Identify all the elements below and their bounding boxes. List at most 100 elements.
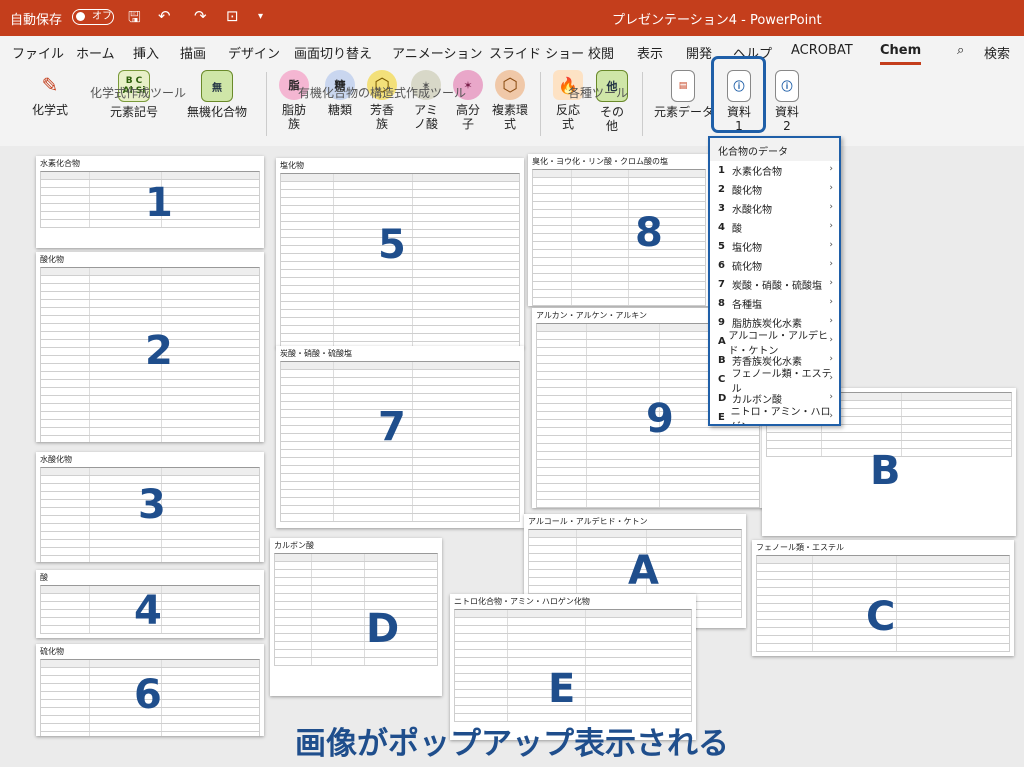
tab-chem[interactable]: Chem bbox=[880, 43, 922, 65]
tab-transitions[interactable]: 画面切り替え bbox=[294, 43, 372, 62]
other-button[interactable]: 他 その他 bbox=[592, 70, 632, 133]
menu-item-2[interactable]: 2 酸化物 › bbox=[710, 180, 839, 199]
marker-label: 7 bbox=[378, 404, 406, 450]
document-info-icon: ⓘ bbox=[775, 70, 799, 102]
table-row bbox=[532, 274, 706, 282]
chemical-formula-button[interactable]: ✎ 化学式 bbox=[28, 70, 72, 117]
save-icon[interactable]: 🖫 bbox=[128, 7, 141, 32]
button-label: 元素記号 bbox=[109, 105, 158, 119]
marker-label: C bbox=[866, 594, 896, 640]
sheet-title: フェノール類・エステル bbox=[756, 543, 844, 552]
menu-item-1[interactable]: 1 水素化合物 › bbox=[710, 161, 839, 180]
table-row bbox=[528, 529, 742, 538]
tab-view[interactable]: 表示 bbox=[637, 43, 663, 62]
menu-item-key: 3 bbox=[718, 203, 725, 214]
group-label: 各種ツール bbox=[568, 86, 629, 100]
menu-item-label: ニトロ・アミン・ハロゲン bbox=[730, 406, 831, 425]
tab-acrobat[interactable]: ACROBAT bbox=[791, 43, 853, 58]
menu-item-key: A bbox=[718, 336, 726, 347]
undo-icon[interactable]: ↶ bbox=[158, 7, 171, 25]
table-row bbox=[532, 266, 706, 274]
marker-label: 8 bbox=[635, 210, 663, 256]
table-row bbox=[40, 540, 260, 548]
data-sheet-D[interactable]: カルボン酸 bbox=[270, 538, 442, 696]
table-row bbox=[532, 178, 706, 186]
table-row bbox=[454, 634, 692, 642]
table-row bbox=[274, 578, 438, 586]
menu-item-8[interactable]: 8 各種塩 › bbox=[710, 294, 839, 313]
inorganic-button[interactable]: 無 無機化合物 bbox=[182, 70, 252, 119]
element-data-button[interactable]: ▤ 元素データ bbox=[654, 70, 715, 119]
tab-design[interactable]: デザイン bbox=[228, 43, 280, 62]
tab-review[interactable]: 校閲 bbox=[588, 43, 614, 62]
menu-item-label: 水酸化物 bbox=[732, 205, 772, 216]
table-row bbox=[280, 294, 520, 302]
table-row bbox=[280, 466, 520, 474]
menu-item-c[interactable]: C フェノール類・エステル › bbox=[710, 369, 839, 395]
tab-animations[interactable]: アニメーション bbox=[392, 43, 482, 62]
menu-item-a[interactable]: A アルコール・アルデヒド・ケトン › bbox=[710, 331, 839, 357]
table-row bbox=[756, 580, 1010, 588]
menu-item-key: 5 bbox=[718, 241, 725, 252]
marker-label: 5 bbox=[378, 222, 406, 268]
tab-developer[interactable]: 開発 bbox=[686, 43, 712, 62]
marker-label: 3 bbox=[138, 482, 166, 528]
tab-search[interactable]: 検索 bbox=[984, 43, 1010, 62]
material2-button[interactable]: ⓘ 資料2 bbox=[764, 70, 810, 133]
heterocycle-button[interactable]: ⬡ 複素環式 bbox=[488, 70, 532, 131]
tab-slideshow[interactable]: スライド ショー bbox=[489, 43, 584, 62]
table-row bbox=[40, 467, 260, 476]
present-icon[interactable]: ⊡ bbox=[226, 7, 239, 25]
marker-label: E bbox=[548, 666, 576, 712]
menu-item-key: 4 bbox=[718, 222, 725, 233]
sheet-title: カルボン酸 bbox=[274, 541, 314, 550]
sheet-title: 塩化物 bbox=[280, 161, 304, 170]
table-row bbox=[280, 458, 520, 466]
tab-file[interactable]: ファイル bbox=[12, 43, 64, 62]
table-row bbox=[40, 556, 260, 562]
tab-draw[interactable]: 描画 bbox=[180, 43, 206, 62]
chevron-right-icon: › bbox=[829, 240, 833, 250]
menu-item-label: 炭酸・硝酸・硫酸塩 bbox=[732, 281, 822, 292]
sheet-title: 臭化・ヨウ化・リン酸・クロム酸の塩 bbox=[532, 157, 668, 166]
autosave-toggle[interactable]: オフ bbox=[72, 9, 114, 25]
data-sheet-8[interactable]: 臭化・ヨウ化・リン酸・クロム酸の塩 bbox=[528, 154, 710, 306]
table-row bbox=[40, 420, 260, 428]
table-row bbox=[532, 242, 706, 250]
button-label: 複素環式 bbox=[491, 103, 528, 131]
table-row bbox=[40, 171, 260, 180]
table-row bbox=[40, 276, 260, 284]
chevron-right-icon: › bbox=[829, 259, 833, 269]
table-row bbox=[280, 386, 520, 394]
search-icon[interactable]: ⌕ bbox=[957, 43, 964, 58]
menu-item-key: B bbox=[718, 355, 726, 366]
menu-item-key: C bbox=[718, 374, 726, 385]
menu-item-6[interactable]: 6 硫化物 › bbox=[710, 256, 839, 275]
menu-item-e[interactable]: E ニトロ・アミン・ハロゲン› bbox=[710, 407, 839, 425]
tab-home[interactable]: ホーム bbox=[76, 43, 115, 62]
table-row bbox=[280, 278, 520, 286]
table-row bbox=[532, 234, 706, 242]
button-label: 反応式 bbox=[555, 103, 580, 131]
table-row bbox=[280, 198, 520, 206]
marker-label: B bbox=[870, 448, 901, 494]
table-row bbox=[280, 514, 520, 522]
menu-item-4[interactable]: 4 酸 › bbox=[710, 218, 839, 237]
menu-item-key: 8 bbox=[718, 298, 725, 309]
menu-item-3[interactable]: 3 水酸化物 › bbox=[710, 199, 839, 218]
customize-icon[interactable]: ▾ bbox=[258, 11, 263, 22]
table-row bbox=[532, 250, 706, 258]
table-row bbox=[454, 609, 692, 618]
tab-insert[interactable]: 挿入 bbox=[133, 43, 159, 62]
menu-item-label: 各種塩 bbox=[732, 300, 762, 311]
table-row bbox=[40, 659, 260, 668]
table-row bbox=[766, 433, 1012, 441]
menu-item-5[interactable]: 5 塩化物 › bbox=[710, 237, 839, 256]
redo-icon[interactable]: ↷ bbox=[194, 7, 207, 25]
table-row bbox=[454, 658, 692, 666]
marker-label: 2 bbox=[145, 328, 173, 374]
sheet-title: 水素化合物 bbox=[40, 159, 80, 168]
group-label: 有機化合物の構造式作成ツール bbox=[298, 86, 467, 100]
menu-item-7[interactable]: 7 炭酸・硝酸・硫酸塩 › bbox=[710, 275, 839, 294]
button-label: 元素データ bbox=[654, 105, 715, 119]
